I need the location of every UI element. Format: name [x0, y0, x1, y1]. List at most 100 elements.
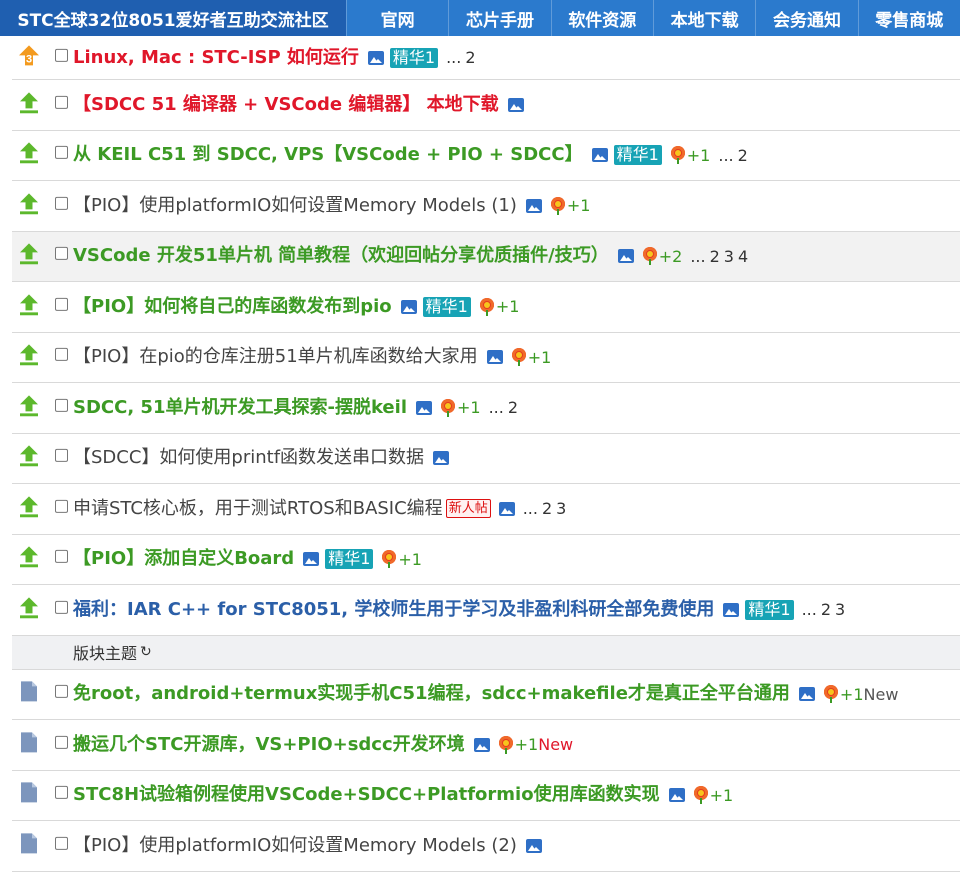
select-checkbox[interactable]: [55, 836, 68, 850]
page-link-4[interactable]: 4: [738, 247, 748, 266]
thread-content: 【PIO】如何将自己的库函数发布到pio 精华1 +1: [73, 295, 519, 319]
thread-title-link[interactable]: 【SDCC 51 编译器 + VSCode 编辑器】 本地下载: [73, 93, 499, 117]
upvote-icon: [18, 344, 40, 366]
select-checkbox[interactable]: [55, 786, 68, 800]
page-link-3[interactable]: 3: [724, 247, 734, 266]
page-ellipsis: ...: [801, 600, 817, 620]
upvote-icon: [18, 596, 40, 619]
top-navigation-bar: STC全球32位8051爱好者互助交流社区 官网 芯片手册 软件资源 本地下载 …: [0, 0, 960, 36]
flower-rating: +1: [823, 685, 864, 704]
thread-title-link[interactable]: 【PIO】如何将自己的库函数发布到pio: [73, 295, 392, 319]
select-checkbox[interactable]: [55, 600, 68, 614]
page-link-2[interactable]: 2: [738, 146, 748, 165]
image-attachment-icon: [668, 788, 685, 803]
flower-count: +1: [686, 145, 711, 165]
thread-title-link[interactable]: 从 KEIL C51 到 SDCC, VPS【VSCode + PIO + SD…: [73, 143, 583, 167]
digest-badge: 精华1: [745, 599, 794, 620]
new-tag: New: [538, 735, 574, 755]
select-checkbox[interactable]: [55, 685, 68, 699]
select-checkbox[interactable]: [55, 196, 68, 210]
flower-count: +2: [658, 246, 683, 266]
select-checkbox[interactable]: [55, 48, 68, 62]
select-checkbox[interactable]: [55, 449, 68, 463]
thread-list: 3 Linux, Mac : STC-ISP 如何运行 精华1... 2 【SDCC 5…: [12, 36, 960, 872]
select-checkbox[interactable]: [55, 348, 68, 362]
thread-title-link[interactable]: Linux, Mac : STC-ISP 如何运行: [73, 46, 359, 70]
flower-count: +1: [566, 196, 591, 216]
select-checkbox[interactable]: [55, 297, 68, 311]
flower-rating: +1: [498, 735, 539, 755]
thread-title-link[interactable]: STC8H试验箱例程使用VSCode+SDCC+Platformio使用库函数实…: [73, 783, 660, 807]
thread-content: SDCC, 51单片机开发工具探索-摆脱keil +1... 2: [73, 396, 518, 420]
page-link-3[interactable]: 3: [556, 499, 566, 518]
page-link-2[interactable]: 2: [821, 600, 831, 619]
page-links: ... 2: [718, 146, 747, 165]
nav-item-local-download[interactable]: 本地下载: [652, 0, 755, 36]
flower-count: +1: [514, 735, 539, 755]
page-links: ... 2 3: [523, 499, 567, 518]
flower-rating: +1: [670, 145, 711, 165]
select-checkbox[interactable]: [55, 95, 68, 109]
select-checkbox[interactable]: [55, 735, 68, 749]
section-separator: 版块主题 ↻: [12, 635, 960, 670]
flower-rating: +1: [381, 550, 422, 569]
digest-badge: 精华1: [613, 145, 662, 166]
image-attachment-icon: [617, 249, 634, 264]
topic-row: 搬运几个STC开源库，VS+PIO+sdcc开发环境 +1 New: [12, 720, 960, 771]
thread-content: VSCode 开发51单片机 简单教程（欢迎回帖分享优质插件/技巧） +2... 2…: [73, 244, 748, 268]
svg-text:3: 3: [26, 53, 32, 65]
select-checkbox[interactable]: [55, 499, 68, 513]
thread-content: 搬运几个STC开源库，VS+PIO+sdcc开发环境 +1 New: [73, 733, 573, 757]
page-link-3[interactable]: 3: [835, 600, 845, 619]
nav-item-chip-manual[interactable]: 芯片手册: [448, 0, 550, 36]
thread-title-link[interactable]: VSCode 开发51单片机 简单教程（欢迎回帖分享优质插件/技巧）: [73, 244, 609, 268]
flower-icon: [498, 735, 514, 754]
nav-item-meeting-notice[interactable]: 会务通知: [755, 0, 857, 36]
document-icon: [18, 681, 40, 703]
nav-item-retail-mall[interactable]: 零售商城: [857, 0, 960, 36]
thread-title-link[interactable]: 【SDCC】如何使用printf函数发送串口数据: [73, 446, 424, 470]
thread-title-link[interactable]: 【PIO】在pio的仓库注册51单片机库函数给大家用: [73, 345, 478, 369]
thread-title-link[interactable]: 【PIO】使用platformIO如何设置Memory Models (2): [73, 834, 517, 858]
page-ellipsis: ...: [446, 48, 462, 67]
thread-content: 申请STC核心板，用于测试RTOS和BASIC编程 新人帖... 2 3: [73, 497, 566, 521]
thread-title-link[interactable]: 搬运几个STC开源库，VS+PIO+sdcc开发环境: [73, 733, 465, 757]
hot-icon: 3: [18, 44, 40, 66]
flower-rating: +1: [479, 297, 519, 316]
new-tag: New: [863, 684, 899, 704]
thread-title-link[interactable]: 【PIO】添加自定义Board: [73, 547, 294, 571]
thread-content: 【PIO】使用platformIO如何设置Memory Models (2): [73, 834, 542, 858]
topic-row: 【PIO】使用platformIO如何设置Memory Models (2): [12, 821, 960, 872]
thread-title-link[interactable]: SDCC, 51单片机开发工具探索-摆脱keil: [73, 396, 407, 420]
thread-content: 免root，android+termux实现手机C51编程，sdcc+makef…: [73, 682, 898, 706]
thread-title-link[interactable]: 免root，android+termux实现手机C51编程，sdcc+makef…: [73, 682, 790, 706]
nav-item-official-site[interactable]: 官网: [346, 0, 448, 36]
thread-content: STC8H试验箱例程使用VSCode+SDCC+Platformio使用库函数实…: [73, 783, 733, 807]
refresh-icon[interactable]: ↻: [140, 644, 152, 660]
upvote-icon: [18, 445, 40, 467]
select-checkbox[interactable]: [55, 146, 68, 160]
flower-icon: [550, 196, 566, 215]
thread-title-link[interactable]: 申请STC核心板，用于测试RTOS和BASIC编程: [73, 497, 443, 521]
image-attachment-icon: [723, 602, 740, 617]
page-link-2[interactable]: 2: [508, 398, 518, 417]
nav-item-software[interactable]: 软件资源: [550, 0, 653, 36]
flower-icon: [511, 348, 527, 367]
select-checkbox[interactable]: [55, 550, 68, 564]
image-attachment-icon: [591, 148, 608, 163]
thread-content: 从 KEIL C51 到 SDCC, VPS【VSCode + PIO + SD…: [73, 143, 748, 167]
site-brand[interactable]: STC全球32位8051爱好者互助交流社区: [0, 0, 346, 36]
flower-icon: [670, 146, 686, 165]
thread-content: 【PIO】在pio的仓库注册51单片机库函数给大家用 +1: [73, 345, 551, 369]
thread-title-link[interactable]: 福利：IAR C++ for STC8051, 学校师生用于学习及非盈利科研全部…: [73, 598, 714, 622]
page-link-2[interactable]: 2: [465, 48, 475, 67]
thread-title-link[interactable]: 【PIO】使用platformIO如何设置Memory Models (1): [73, 194, 517, 218]
flower-rating: +1: [693, 786, 733, 805]
image-attachment-icon: [498, 501, 515, 516]
thread-row: 【PIO】添加自定义Board 精华1 +1: [12, 535, 960, 585]
select-checkbox[interactable]: [55, 247, 68, 261]
page-ellipsis: ...: [690, 246, 706, 266]
page-link-2[interactable]: 2: [710, 247, 720, 266]
page-link-2[interactable]: 2: [542, 499, 552, 518]
select-checkbox[interactable]: [55, 398, 68, 412]
